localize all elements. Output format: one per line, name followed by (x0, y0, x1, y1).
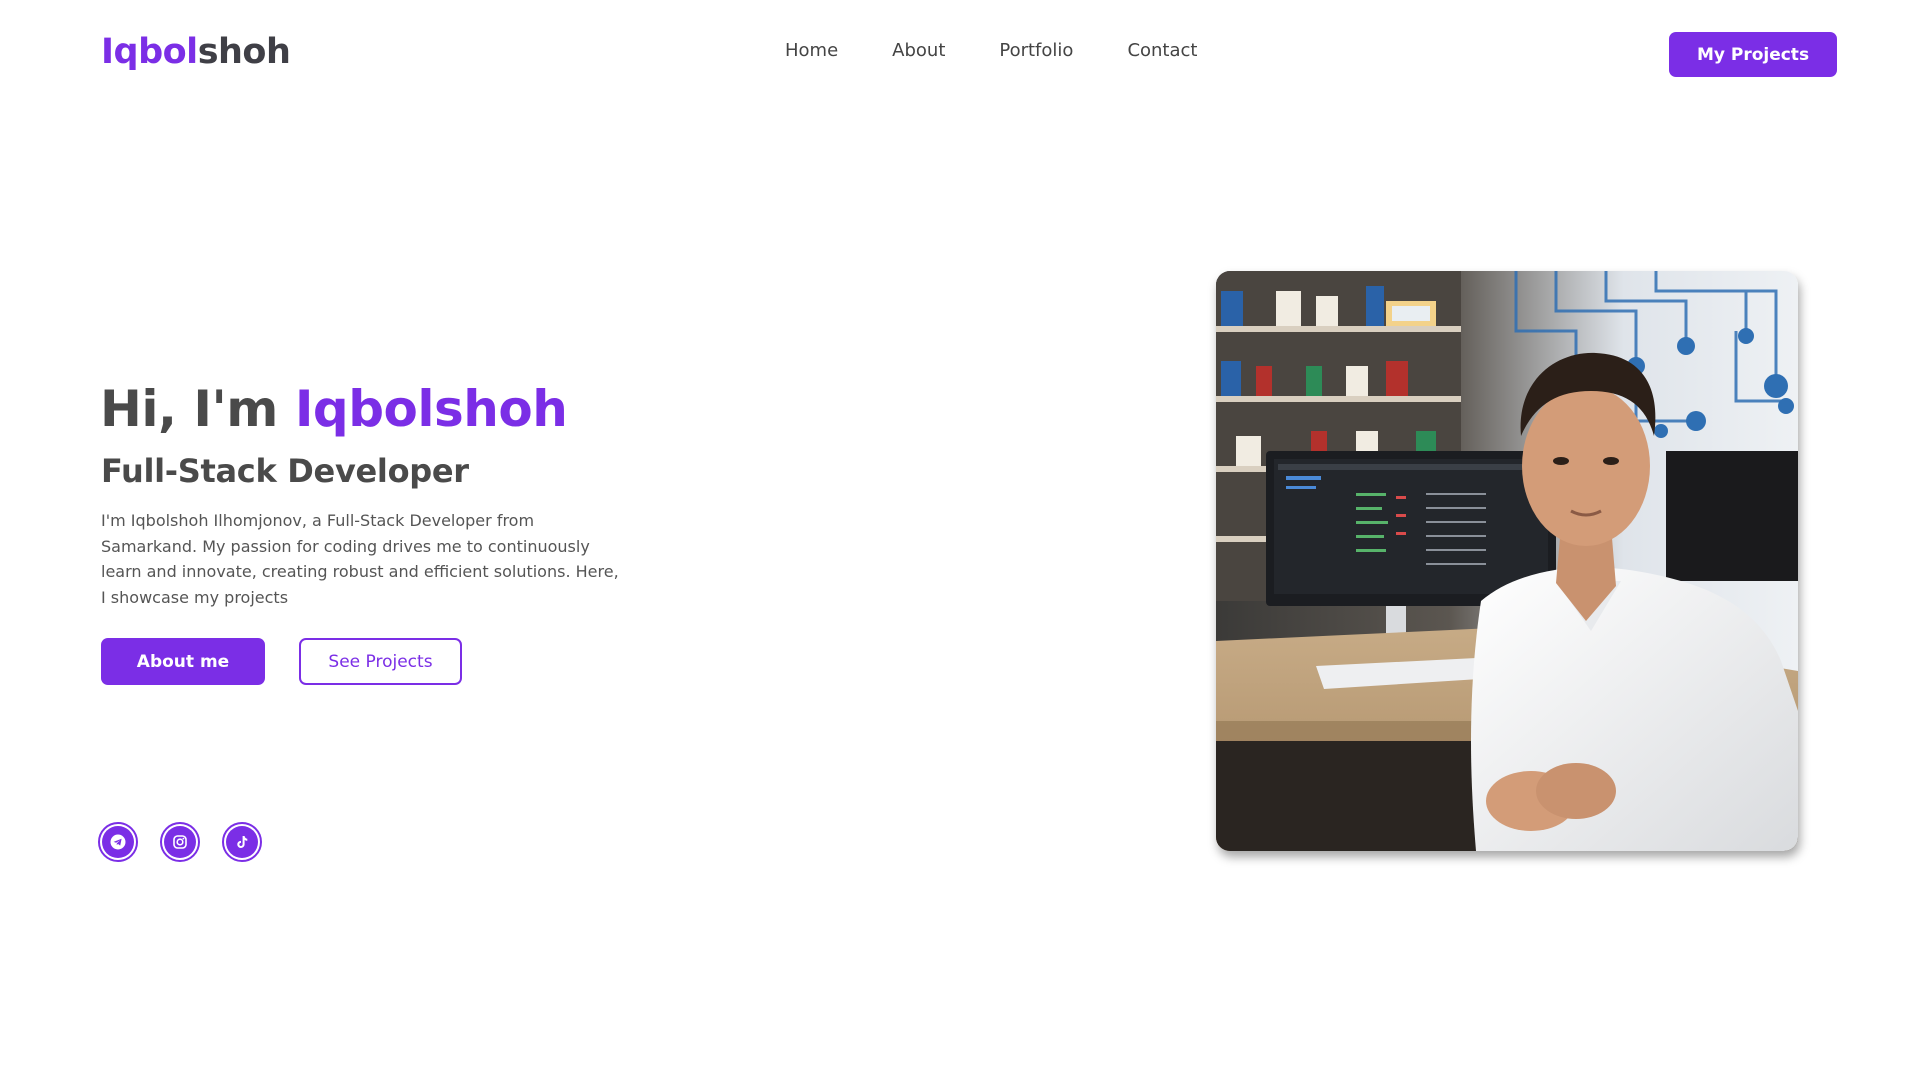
logo-rest: shoh (197, 32, 291, 72)
see-projects-button[interactable]: See Projects (299, 638, 462, 685)
instagram-link[interactable] (160, 822, 200, 862)
hero-description: I'm Iqbolshoh Ilhomjonov, a Full-Stack D… (101, 511, 619, 607)
site-logo[interactable]: Iqbolshoh (101, 32, 291, 72)
about-me-button[interactable]: About me (101, 638, 265, 685)
nav-contact[interactable]: Contact (1127, 40, 1197, 61)
instagram-icon (164, 826, 196, 858)
main-nav: Home About Portfolio Contact (785, 40, 1197, 61)
hero-greeting: Hi, I'm (100, 380, 295, 438)
social-links (98, 822, 262, 862)
telegram-link[interactable] (98, 822, 138, 862)
nav-about[interactable]: About (892, 40, 945, 61)
my-projects-button[interactable]: My Projects (1669, 32, 1837, 77)
hero-name: Iqbolshoh (294, 380, 568, 438)
tiktok-link[interactable] (222, 822, 262, 862)
hero-title: Hi, I'm Iqbolshoh (100, 380, 568, 438)
profile-photo (1216, 271, 1798, 851)
hero-subtitle: Full-Stack Developer (101, 452, 469, 490)
telegram-icon (102, 826, 134, 858)
tiktok-icon (226, 826, 258, 858)
logo-accent: Iqbol (101, 32, 198, 72)
site-header: Iqbolshoh Home About Portfolio Contact M… (0, 0, 1920, 110)
nav-home[interactable]: Home (785, 40, 838, 61)
nav-portfolio[interactable]: Portfolio (999, 40, 1073, 61)
